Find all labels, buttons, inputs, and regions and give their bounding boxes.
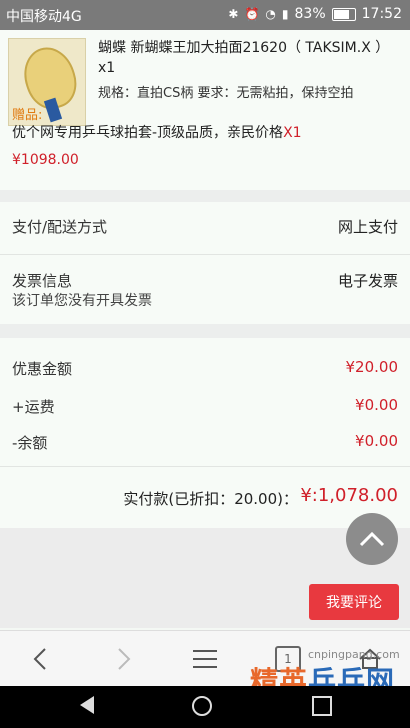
android-home-icon[interactable]: [192, 696, 212, 716]
payment-method-label: 支付/配送方式: [12, 218, 108, 236]
menu-icon[interactable]: [185, 643, 225, 675]
forward-icon[interactable]: [104, 643, 144, 675]
review-button[interactable]: 我要评论: [309, 584, 399, 620]
status-bar: 中国移动4G ✱ ⏰ ◔ ▮ 83% 17:52: [0, 0, 410, 30]
android-recents-icon[interactable]: [312, 696, 332, 716]
balance-label: -余额: [12, 434, 48, 452]
payment-method-value[interactable]: 网上支付: [338, 216, 398, 237]
scroll-to-top-button[interactable]: [346, 513, 398, 565]
status-icons: ✱ ⏰ ◔ ▮ 83% 17:52: [228, 6, 402, 22]
battery-percent: 83%: [294, 6, 326, 22]
android-back-icon[interactable]: [80, 696, 94, 714]
signal-icon: ▮: [281, 7, 289, 21]
clock: 17:52: [361, 6, 402, 22]
row-divider: [0, 254, 410, 255]
shipping-label: +运费: [12, 398, 55, 416]
invoice-value[interactable]: 电子发票: [338, 270, 398, 291]
total-label: 实付款(已折扣：20.00)：: [123, 490, 298, 508]
carrier-label: 中国移动4G: [6, 9, 82, 25]
back-icon[interactable]: [20, 643, 60, 675]
row-divider: [0, 466, 410, 467]
gift-description: 优个网专用乒乓球拍套-顶级品质，亲民价格X1: [12, 122, 302, 142]
discount-label: 优惠金额: [12, 360, 73, 378]
gift-quantity: X1: [283, 125, 302, 141]
product-item[interactable]: 蝴蝶 新蝴蝶王加大拍面21620（ TAKSIM.X ） x1 规格：直拍CS柄…: [0, 30, 410, 190]
total-value: ¥:1,078.00: [300, 485, 398, 506]
alarm-icon: ⏰: [244, 7, 260, 21]
wifi-icon: ◔: [265, 7, 276, 21]
battery-icon: [331, 7, 356, 21]
invoice-label: 发票信息: [12, 272, 73, 290]
product-title[interactable]: 蝴蝶 新蝴蝶王加大拍面21620（ TAKSIM.X ） x1: [98, 38, 398, 78]
section-divider: [0, 324, 410, 338]
android-navigation-bar: [0, 686, 410, 728]
balance-value: ¥0.00: [355, 432, 398, 450]
product-price: ¥1098.00: [12, 152, 79, 168]
product-spec: 规格：直拍CS柄 要求：无需粘拍，保持空拍: [98, 86, 354, 101]
bluetooth-icon: ✱: [228, 7, 239, 21]
shipping-value: ¥0.00: [355, 396, 398, 414]
discount-value: ¥20.00: [345, 358, 399, 376]
section-divider: [0, 190, 410, 202]
invoice-note: 该订单您没有开具发票: [12, 293, 152, 309]
gift-label: 赠品:: [12, 108, 43, 123]
gift-text: 优个网专用乒乓球拍套-顶级品质，亲民价格: [12, 125, 284, 141]
chevron-up-icon: [359, 531, 385, 547]
price-summary-section: 优惠金额 ¥20.00 +运费 ¥0.00 -余额 ¥0.00 实付款(已折扣：…: [0, 338, 410, 528]
order-info-section: 支付/配送方式 网上支付 发票信息 电子发票 该订单您没有开具发票: [0, 202, 410, 324]
